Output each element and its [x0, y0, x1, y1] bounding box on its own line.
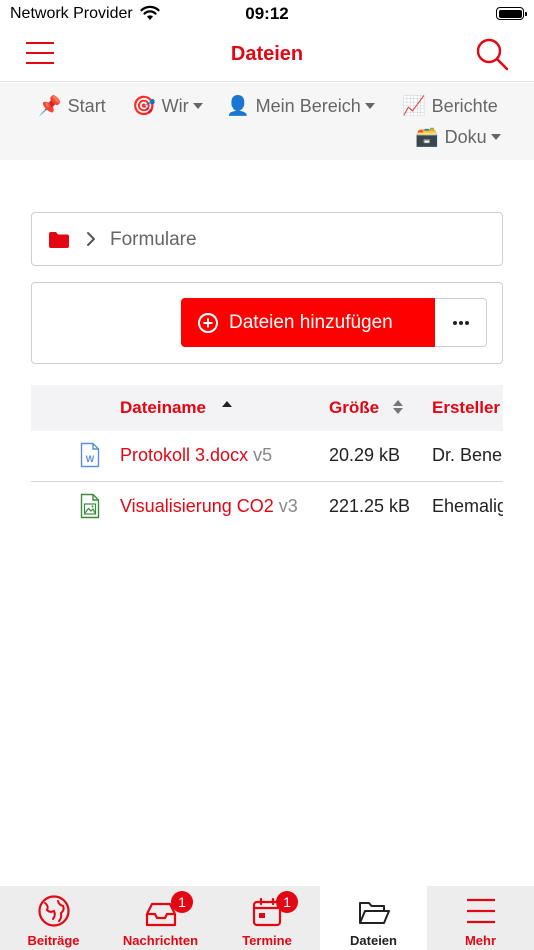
target-icon: 🎯: [132, 96, 156, 117]
tab-termine[interactable]: 1 Termine: [214, 886, 320, 950]
more-options-button[interactable]: [435, 298, 487, 347]
breadcrumb-current[interactable]: Formulare: [110, 229, 197, 251]
tab-nachrichten[interactable]: 1 Nachrichten: [107, 886, 214, 950]
dot: [459, 321, 463, 325]
tab-bar: Beiträge 1 Nachrichten 1 Termine Dateien: [0, 886, 534, 950]
subnav-start[interactable]: 📌 Start: [38, 94, 106, 118]
subnav-mein-bereich[interactable]: 👤 Mein Bereich: [226, 94, 375, 118]
subnav-start-label: Start: [67, 95, 106, 116]
add-files-button[interactable]: Dateien hinzufügen: [181, 298, 435, 347]
menu-line: [26, 42, 54, 44]
breadcrumb: Formulare: [31, 212, 503, 266]
table-row[interactable]: W Protokoll 3.docx v5 20.29 kB Dr. Bene: [31, 431, 503, 482]
file-creator: Ehemalig: [432, 496, 503, 516]
column-size-label: Größe: [329, 398, 380, 417]
column-header-creator[interactable]: Ersteller: [432, 398, 500, 418]
image-file-icon: [80, 493, 100, 519]
table-row[interactable]: Visualisierung CO2 v3 221.25 kB Ehemalig: [31, 482, 503, 533]
clock: 09:12: [245, 4, 289, 23]
subnav-doku[interactable]: 🗃️ Doku: [415, 125, 501, 149]
file-name-link[interactable]: Protokoll 3.docx v5: [120, 445, 272, 466]
tab-beitraege-label: Beiträge: [27, 933, 80, 948]
user-icon: 👤: [226, 96, 250, 117]
sort-both-icon: [392, 400, 403, 414]
file-version: v3: [278, 496, 298, 516]
subnav-doku-label: Doku: [444, 126, 487, 147]
file-size: 20.29 kB: [329, 445, 401, 465]
folder-open-icon: [358, 902, 390, 924]
folder-icon[interactable]: [48, 231, 70, 249]
dot: [465, 321, 469, 325]
menu-line: [26, 52, 54, 54]
subnav-wir[interactable]: 🎯 Wir: [132, 94, 203, 118]
action-panel: Dateien hinzufügen: [31, 282, 503, 364]
notification-badge: 1: [276, 891, 298, 913]
svg-text:W: W: [86, 454, 95, 464]
subnav-berichte[interactable]: 📈 Berichte: [402, 94, 498, 118]
dot: [453, 321, 457, 325]
status-bar: Network Provider 09:12: [0, 0, 534, 28]
notification-badge: 1: [171, 891, 193, 913]
column-header-size[interactable]: Größe: [329, 398, 404, 418]
subnav-mein-bereich-label: Mein Bereich: [255, 95, 361, 116]
table-header: Dateiname Größe Ersteller: [31, 385, 503, 431]
file-name-link[interactable]: Visualisierung CO2 v3: [120, 496, 298, 517]
subnav-wir-label: Wir: [161, 95, 189, 116]
sort-ascending-icon: [221, 401, 232, 407]
hamburger-menu-button[interactable]: [26, 42, 56, 66]
page-title: Dateien: [230, 43, 304, 65]
tab-mehr-label: Mehr: [464, 933, 497, 948]
tab-termine-label: Termine: [242, 933, 292, 948]
caret-down-icon: [490, 134, 501, 140]
word-file-icon: W: [80, 442, 100, 468]
tab-beitraege[interactable]: Beiträge: [0, 886, 107, 950]
tab-nachrichten-label: Nachrichten: [122, 933, 199, 948]
caret-down-icon: [364, 103, 375, 109]
file-table: Dateiname Größe Ersteller W Protokoll 3.…: [31, 385, 503, 535]
pushpin-icon: 📌: [38, 96, 62, 117]
subnav-berichte-label: Berichte: [431, 95, 498, 116]
tab-mehr[interactable]: Mehr: [427, 886, 534, 950]
file-size: 221.25 kB: [329, 496, 411, 516]
caret-down-icon: [192, 103, 203, 109]
chart-icon: 📈: [402, 96, 426, 117]
sub-navigation: 📌 Start 🎯 Wir 👤 Mein Bereich 📈 Berichte …: [0, 83, 534, 160]
menu-icon: [466, 898, 495, 924]
globe-icon: [37, 895, 70, 927]
column-header-name[interactable]: Dateiname: [120, 398, 233, 418]
column-name-label: Dateiname: [120, 398, 206, 417]
navigation-bar: Dateien: [0, 28, 534, 82]
file-box-icon: 🗃️: [415, 127, 439, 148]
plus-circle-icon: [198, 312, 218, 333]
file-name: Visualisierung CO2: [120, 496, 274, 516]
battery-icon: [496, 7, 527, 20]
add-files-label: Dateien hinzufügen: [229, 311, 393, 333]
search-icon[interactable]: [474, 36, 510, 72]
tab-dateien-label: Dateien: [350, 933, 397, 948]
chevron-right-icon: [87, 232, 95, 246]
file-creator: Dr. Bene: [432, 445, 503, 465]
menu-line: [26, 62, 54, 64]
file-version: v5: [253, 445, 273, 465]
file-name: Protokoll 3.docx: [120, 445, 249, 465]
tab-dateien[interactable]: Dateien: [320, 886, 427, 950]
